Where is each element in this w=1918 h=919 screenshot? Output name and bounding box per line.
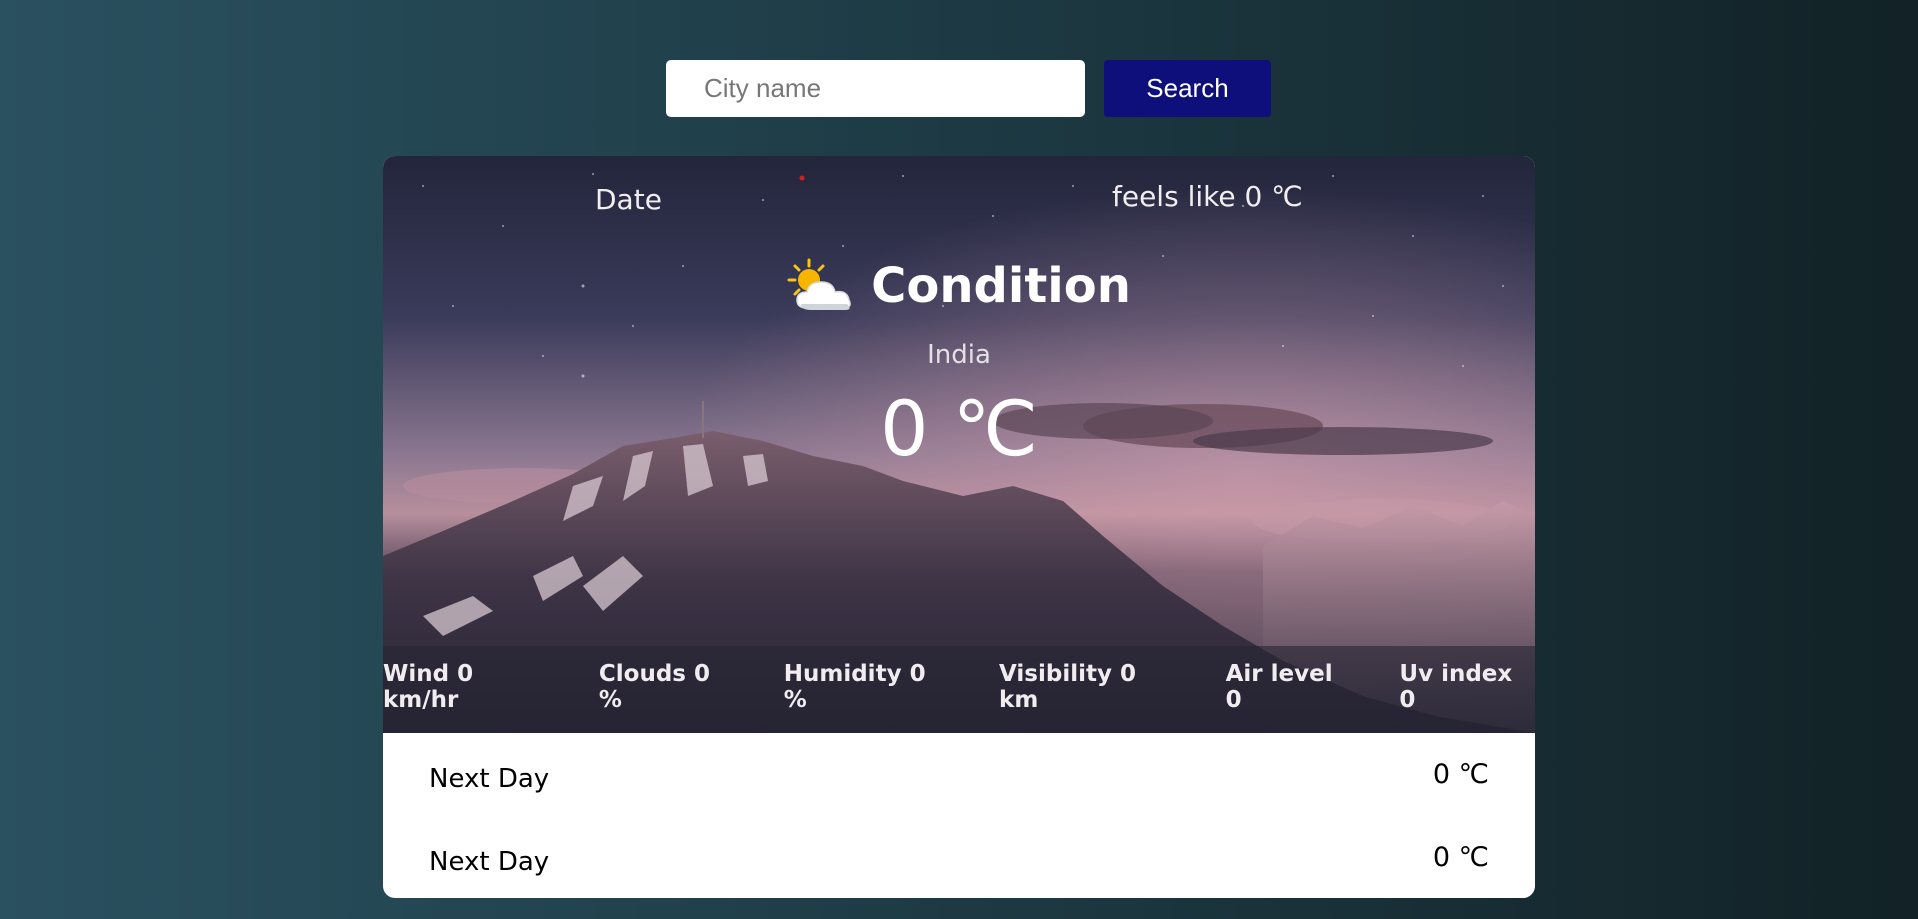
- weather-stats: Wind 0 km/hr Clouds 0 % Humidity 0 % Vis…: [383, 661, 1535, 713]
- weather-hero: Date feels like 0 ℃ Condition India 0 ℃ …: [383, 156, 1535, 733]
- search-button[interactable]: Search: [1104, 60, 1271, 117]
- uv-index-stat: Uv index 0: [1399, 661, 1513, 713]
- forecast-temperature: 0 ℃: [1432, 842, 1489, 873]
- clouds-stat: Clouds 0 %: [598, 661, 711, 713]
- forecast-row: Next Day 0 ℃: [429, 733, 1489, 816]
- feels-like-text: feels like 0 ℃: [1112, 180, 1303, 213]
- air-level-stat: Air level 0: [1225, 661, 1333, 713]
- search-bar: Search: [666, 60, 1271, 117]
- location-text: India: [927, 340, 991, 370]
- forecast-temperature: 0 ℃: [1432, 759, 1489, 790]
- date-label: Date: [595, 183, 662, 216]
- forecast-day-label: Next Day: [429, 846, 550, 877]
- current-temperature: 0 ℃: [880, 384, 1038, 473]
- forecast-list: Next Day 0 ℃ Next Day 0 ℃: [383, 733, 1535, 898]
- condition-row: Condition: [383, 256, 1535, 316]
- forecast-row: Next Day 0 ℃: [429, 816, 1489, 898]
- condition-text: Condition: [871, 258, 1131, 314]
- city-name-input[interactable]: [666, 60, 1085, 117]
- forecast-day-label: Next Day: [429, 763, 550, 794]
- humidity-stat: Humidity 0 %: [783, 661, 926, 713]
- partly-cloudy-icon: [787, 258, 851, 310]
- visibility-stat: Visibility 0 km: [999, 661, 1136, 713]
- weather-card: Date feels like 0 ℃ Condition India 0 ℃ …: [383, 156, 1535, 898]
- wind-stat: Wind 0 km/hr: [383, 661, 474, 713]
